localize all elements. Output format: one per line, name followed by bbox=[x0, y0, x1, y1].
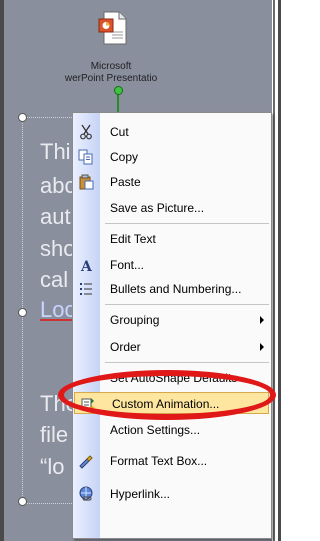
menu-item-save-as-picture[interactable]: Save as Picture... bbox=[73, 196, 271, 220]
file-label-line1: Microsoft bbox=[90, 61, 132, 72]
menu-item-label: Paste bbox=[110, 175, 141, 189]
menu-item-label: Save as Picture... bbox=[110, 201, 205, 215]
menu-item-font[interactable]: A Font... bbox=[73, 253, 271, 277]
menu-item-label: Format Text Box... bbox=[110, 454, 208, 468]
menu-item-label: Order bbox=[110, 340, 141, 354]
menu-item-label: Set AutoShape Defaults bbox=[110, 371, 238, 385]
menu-item-edit-text[interactable]: Edit Text bbox=[73, 227, 271, 251]
slide-text-line: abc bbox=[40, 173, 76, 198]
menu-separator bbox=[105, 362, 269, 363]
menu-item-custom-animation[interactable]: Custom Animation... bbox=[74, 392, 269, 414]
font-icon: A bbox=[80, 259, 93, 273]
slide-text-line: sho bbox=[40, 236, 76, 261]
powerpoint-file-icon[interactable] bbox=[98, 10, 128, 46]
menu-item-label: Hyperlink... bbox=[110, 487, 171, 501]
menu-item-label: Custom Animation... bbox=[112, 397, 220, 411]
menu-separator bbox=[105, 223, 269, 224]
menu-item-order[interactable]: Order bbox=[73, 335, 271, 359]
menu-separator bbox=[105, 304, 269, 305]
slide-text-line: aut bbox=[40, 204, 71, 229]
menu-item-label: Edit Text bbox=[110, 232, 156, 246]
menu-item-label: Cut bbox=[110, 125, 129, 139]
menu-item-copy[interactable]: Copy bbox=[73, 145, 271, 169]
copy-icon bbox=[78, 149, 93, 165]
menu-item-cut[interactable]: Cut bbox=[73, 120, 271, 144]
window-border-inner bbox=[273, 0, 275, 541]
menu-item-paste[interactable]: Paste bbox=[73, 170, 271, 194]
slide-text-link[interactable]: Loc bbox=[40, 295, 75, 324]
menu-item-action-settings[interactable]: Action Settings... bbox=[73, 418, 271, 442]
menu-item-hyperlink[interactable]: Hyperlink... bbox=[73, 482, 271, 506]
window-border-right bbox=[278, 0, 281, 541]
menu-item-label: Copy bbox=[110, 150, 139, 164]
resize-handle-bottom-left[interactable] bbox=[18, 497, 27, 506]
resize-handle-middle-left[interactable] bbox=[18, 308, 27, 317]
file-label-line2: werPoint Presentatio bbox=[64, 73, 158, 84]
menu-item-label: Action Settings... bbox=[110, 423, 201, 437]
context-menu: Cut Copy Paste Save as Picture... Edit T… bbox=[72, 112, 272, 539]
hyperlink-icon bbox=[79, 486, 93, 501]
format-icon bbox=[79, 455, 93, 469]
svg-text:A: A bbox=[80, 259, 93, 273]
scissors-icon bbox=[80, 124, 92, 140]
paste-icon bbox=[79, 174, 94, 190]
slide-text-line: Thi bbox=[40, 139, 71, 164]
slide-text-line: file bbox=[40, 422, 69, 447]
resize-handle-top-left[interactable] bbox=[18, 113, 27, 122]
menu-item-label: Grouping bbox=[110, 313, 160, 327]
menu-item-set-autoshape-defaults[interactable]: Set AutoShape Defaults bbox=[73, 366, 271, 390]
menu-item-label: Bullets and Numbering... bbox=[110, 282, 242, 296]
bullets-icon bbox=[80, 283, 92, 295]
slide-text-line: “lo bbox=[40, 454, 65, 479]
menu-item-grouping[interactable]: Grouping bbox=[73, 308, 271, 332]
menu-item-label: Font... bbox=[110, 258, 145, 272]
file-label: Microsoft werPoint Presentatio bbox=[26, 61, 196, 85]
slide-text-line: cal bbox=[40, 267, 69, 292]
submenu-arrow-icon bbox=[260, 343, 264, 351]
menu-item-bullets-and-numbering[interactable]: Bullets and Numbering... bbox=[73, 277, 271, 301]
rotation-handle[interactable] bbox=[114, 86, 123, 95]
submenu-arrow-icon bbox=[260, 316, 264, 324]
menu-item-format-text-box[interactable]: Format Text Box... bbox=[73, 449, 271, 473]
animation-icon bbox=[81, 398, 95, 411]
